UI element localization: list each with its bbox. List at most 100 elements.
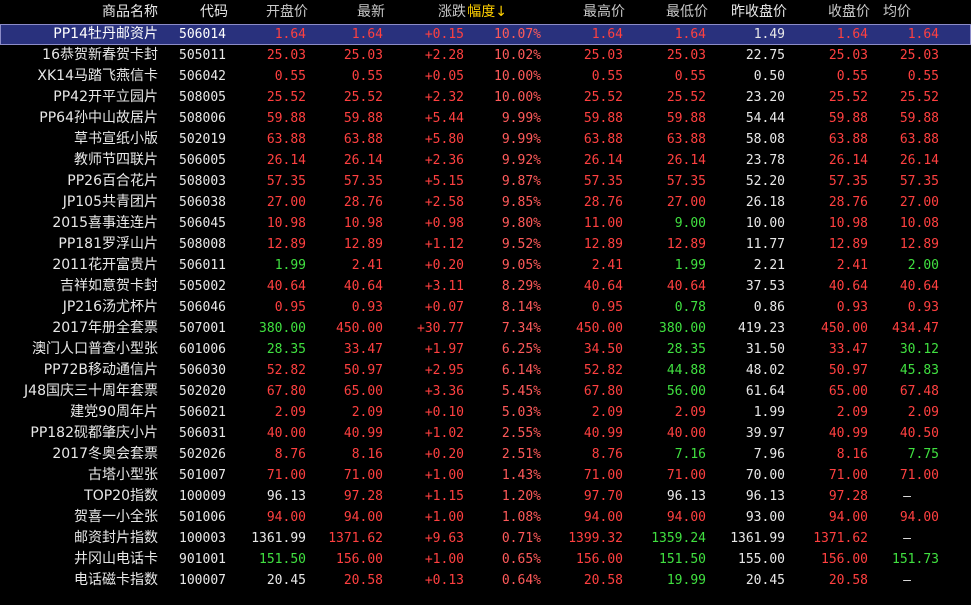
cell-low: 12.89: [666, 237, 706, 252]
cell-close: 97.28: [828, 489, 868, 504]
col-header-change[interactable]: 涨跌: [385, 0, 466, 24]
cell-change: +0.98: [424, 216, 464, 231]
table-row[interactable]: 2017年册全套票 507001 380.00 450.00 +30.77 7.34% 45…: [0, 318, 971, 339]
cell-last: 40.64: [343, 279, 383, 294]
table-row[interactable]: PP72B移动通信片 506030 52.82 50.97 +2.95 6.14% 52.8…: [0, 360, 971, 381]
cell-avg: 0.55: [907, 69, 939, 84]
table-row[interactable]: 草书宣纸小版 502019 63.88 63.88 +5.80 9.99% 63.88 63.…: [0, 129, 971, 150]
cell-change: +0.20: [424, 447, 464, 462]
cell-last: 40.99: [343, 426, 383, 441]
table-row[interactable]: XK14马踏飞燕信卡 506042 0.55 0.55 +0.05 10.00% 0.55 0…: [0, 66, 971, 87]
cell-open: 1.99: [274, 258, 306, 273]
cell-open: 27.00: [266, 195, 306, 210]
table-row[interactable]: 2017冬奥会套票 502026 8.76 8.16 +0.20 2.51% 8.76 7.1…: [0, 444, 971, 465]
table-row[interactable]: 教师节四联片 506005 26.14 26.14 +2.36 9.92% 26.14 26.…: [0, 150, 971, 171]
table-row[interactable]: JP216汤尤杯片 506046 0.95 0.93 +0.07 8.14% 0.95 0.7…: [0, 297, 971, 318]
cell-code: 502020: [179, 384, 226, 399]
col-header-high[interactable]: 最高价: [543, 0, 625, 24]
table-row[interactable]: J48国庆三十周年套票 502020 67.80 65.00 +3.36 5.45% 67.…: [0, 381, 971, 402]
col-header-prev-close[interactable]: 昨收盘价: [708, 0, 787, 24]
table-row[interactable]: 邮资封片指数 100003 1361.99 1371.62 +9.63 0.71% 1399…: [0, 528, 971, 549]
col-header-close[interactable]: 收盘价: [787, 0, 870, 24]
cell-avg: 10.08: [899, 216, 939, 231]
cell-change: +1.00: [424, 468, 464, 483]
table-row[interactable]: 2011花开富贵片 506011 1.99 2.41 +0.20 9.05% 2.41 1.9…: [0, 255, 971, 276]
cell-prev-close: 155.00: [738, 552, 785, 567]
table-row[interactable]: PP14牡丹邮资片 506014 1.64 1.64 +0.15 10.07% 1.64 1.…: [0, 24, 971, 45]
cell-avg: 151.73: [892, 552, 939, 567]
table-row[interactable]: 建党90周年片 506021 2.09 2.09 +0.10 5.03% 2.09 2.09 1…: [0, 402, 971, 423]
cell-low: 0.78: [674, 300, 706, 315]
cell-high: 97.70: [583, 489, 623, 504]
cell-last: 0.55: [351, 69, 383, 84]
col-header-pct-sorted[interactable]: 幅度↓: [466, 0, 543, 24]
col-header-low[interactable]: 最低价: [625, 0, 708, 24]
table-row[interactable]: PP26百合花片 508003 57.35 57.35 +5.15 9.87% 57.35 5…: [0, 171, 971, 192]
cell-change: +1.02: [424, 426, 464, 441]
cell-open: 71.00: [266, 468, 306, 483]
col-header-code[interactable]: 代码: [160, 0, 228, 24]
cell-high: 2.09: [591, 405, 623, 420]
cell-close: 10.98: [828, 216, 868, 231]
cell-low: 380.00: [659, 321, 706, 336]
cell-avg: 25.03: [899, 48, 939, 63]
cell-prev-close: 0.86: [753, 300, 785, 315]
table-row[interactable]: 贺喜一小全张 501006 94.00 94.00 +1.00 1.08% 94.00 94.…: [0, 507, 971, 528]
cell-change: +0.10: [424, 405, 464, 420]
table-row[interactable]: 电话磁卡指数 100007 20.45 20.58 +0.13 0.64% 20.58 19.…: [0, 570, 971, 591]
cell-code: 601006: [179, 342, 226, 357]
col-header-open[interactable]: 开盘价: [228, 0, 308, 24]
cell-open: 151.50: [259, 552, 306, 567]
cell-avg: 57.35: [899, 174, 939, 189]
cell-last: 1371.62: [328, 531, 383, 546]
table-row[interactable]: 2015喜事连连片 506045 10.98 10.98 +0.98 9.80% 11.00…: [0, 213, 971, 234]
cell-code: 506038: [179, 195, 226, 210]
cell-change: +30.77: [417, 321, 464, 336]
cell-pct: 9.87%: [501, 174, 541, 189]
cell-high: 71.00: [583, 468, 623, 483]
cell-change: +9.63: [424, 531, 464, 546]
cell-low: 44.88: [666, 363, 706, 378]
cell-last: 450.00: [336, 321, 383, 336]
table-row[interactable]: PP182砚都肇庆小片 506031 40.00 40.99 +1.02 2.55% 40.…: [0, 423, 971, 444]
cell-pct: 9.99%: [501, 132, 541, 147]
cell-last: 25.52: [343, 90, 383, 105]
cell-open: 52.82: [266, 363, 306, 378]
cell-avg: —: [903, 531, 911, 546]
cell-prev-close: 2.21: [753, 258, 785, 273]
table-row[interactable]: 吉祥如意贺卡封 505002 40.64 40.64 +3.11 8.29% 40.64 40…: [0, 276, 971, 297]
cell-name: 草书宣纸小版: [74, 131, 158, 147]
table-row[interactable]: PP64孙中山故居片 508006 59.88 59.88 +5.44 9.99% 59.8…: [0, 108, 971, 129]
cell-last: 59.88: [343, 111, 383, 126]
cell-last: 8.16: [351, 447, 383, 462]
cell-name: JP216汤尤杯片: [62, 299, 158, 315]
cell-high: 0.55: [591, 69, 623, 84]
cell-last: 2.09: [351, 405, 383, 420]
cell-pct: 10.02%: [494, 48, 541, 63]
table-row[interactable]: PP42开平立园片 508005 25.52 25.52 +2.32 10.00% 25.5…: [0, 87, 971, 108]
table-row[interactable]: 井冈山电话卡 901001 151.50 156.00 +1.00 0.65% 156.00…: [0, 549, 971, 570]
col-header-name[interactable]: 商品名称: [0, 0, 160, 24]
table-row[interactable]: PP181罗浮山片 508008 12.89 12.89 +1.12 9.52% 12.89…: [0, 234, 971, 255]
cell-low: 25.52: [666, 90, 706, 105]
cell-open: 25.52: [266, 90, 306, 105]
col-header-last[interactable]: 最新: [308, 0, 385, 24]
cell-pct: 7.34%: [501, 321, 541, 336]
cell-high: 63.88: [583, 132, 623, 147]
table-row[interactable]: 16恭贺新春贺卡封 505011 25.03 25.03 +2.28 10.02% 25.0…: [0, 45, 971, 66]
cell-prev-close: 26.18: [745, 195, 785, 210]
table-row[interactable]: 澳门人口普查小型张 601006 28.35 33.47 +1.97 6.25% 34.50…: [0, 339, 971, 360]
cell-last: 156.00: [336, 552, 383, 567]
table-row[interactable]: JP105共青团片 506038 27.00 28.76 +2.58 9.85% 28.76…: [0, 192, 971, 213]
cell-last: 2.41: [351, 258, 383, 273]
cell-pct: 10.00%: [494, 90, 541, 105]
cell-prev-close: 96.13: [745, 489, 785, 504]
cell-close: 1.64: [836, 27, 868, 42]
table-row[interactable]: 古塔小型张 501007 71.00 71.00 +1.00 1.43% 71.00 71.0…: [0, 465, 971, 486]
cell-open: 57.35: [266, 174, 306, 189]
table-row[interactable]: TOP20指数 100009 96.13 97.28 +1.15 1.20% 97.70 96…: [0, 486, 971, 507]
cell-change: +1.97: [424, 342, 464, 357]
cell-change: +1.00: [424, 552, 464, 567]
cell-prev-close: 1.99: [753, 405, 785, 420]
col-header-avg[interactable]: 均价: [870, 0, 941, 24]
